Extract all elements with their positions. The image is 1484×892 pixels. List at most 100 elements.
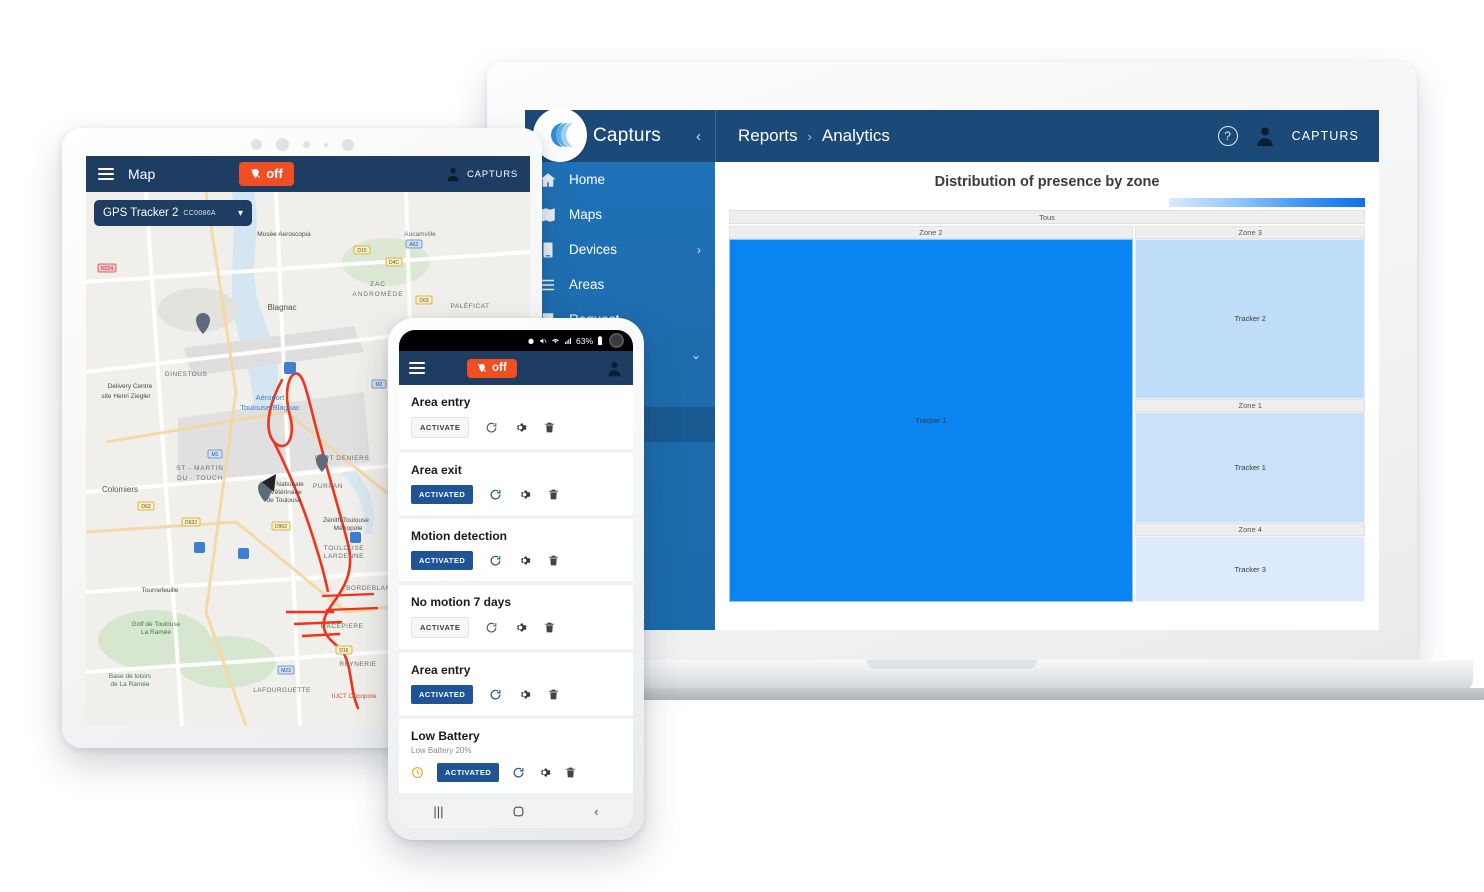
- tracking-off-button[interactable]: off: [239, 162, 294, 186]
- chevron-right-icon: ›: [697, 242, 701, 257]
- treemap-group-zone-2: Zone 2 Tracker 1: [729, 226, 1133, 602]
- svg-text:de Toulouse: de Toulouse: [267, 497, 302, 504]
- sidebar-item-label: Maps: [569, 207, 603, 222]
- phone-status-bar: 63%: [399, 330, 633, 351]
- svg-text:D63: D63: [419, 298, 428, 304]
- treemap-tile[interactable]: Tracker 2: [1135, 239, 1365, 399]
- sidebar-item-maps[interactable]: Maps: [525, 197, 715, 232]
- svg-text:La Ramée: La Ramée: [141, 629, 171, 636]
- svg-text:M1: M1: [212, 452, 219, 458]
- treemap-group-zone-1: Zone 1 Tracker 1: [1135, 398, 1365, 524]
- sidebar-item-areas[interactable]: Areas: [525, 267, 715, 302]
- activate-toggle-button[interactable]: ACTIVATE: [411, 617, 470, 638]
- treemap-group-label[interactable]: Zone 4: [1135, 523, 1365, 537]
- gear-icon[interactable]: [518, 488, 531, 501]
- tracking-off-icon: [477, 363, 487, 372]
- svg-text:REYNERIE: REYNERIE: [339, 661, 376, 668]
- activate-toggle-button[interactable]: ACTIVATED: [437, 763, 500, 782]
- gear-icon[interactable]: [538, 766, 551, 779]
- topbar-right-actions: ? CAPTURS: [1217, 125, 1359, 147]
- refresh-icon[interactable]: [485, 621, 498, 634]
- treemap-group-zone-4: Zone 4 Tracker 3: [1135, 523, 1365, 602]
- svg-text:site Henri Ziegler: site Henri Ziegler: [101, 393, 151, 400]
- refresh-icon[interactable]: [489, 488, 502, 501]
- tablet-user[interactable]: CAPTURS: [445, 166, 518, 182]
- alert-title: Low Battery: [411, 729, 480, 743]
- list-item[interactable]: Low Battery Low Battery 20% ACTIVATED: [399, 719, 633, 793]
- svg-text:Delivery Centre: Delivery Centre: [108, 383, 153, 390]
- trash-icon[interactable]: [543, 621, 556, 634]
- trash-icon[interactable]: [543, 421, 556, 434]
- user-avatar-icon[interactable]: [606, 360, 623, 377]
- activate-toggle-button[interactable]: ACTIVATED: [411, 551, 474, 570]
- activate-toggle-button[interactable]: ACTIVATE: [411, 417, 470, 438]
- hamburger-menu-icon[interactable]: [409, 362, 425, 374]
- phone-mockup: 63% off Area entry ACTIVATE Area exit AC…: [388, 318, 644, 840]
- svg-text:DU · TOUCH: DU · TOUCH: [177, 475, 223, 482]
- treemap-tile[interactable]: Tracker 3: [1135, 536, 1365, 602]
- refresh-icon[interactable]: [489, 688, 502, 701]
- sidebar-item-home[interactable]: Home: [525, 162, 715, 197]
- user-avatar-icon[interactable]: [1254, 125, 1276, 147]
- tablet-page-title: Map: [128, 166, 156, 182]
- tracking-off-icon: [251, 168, 261, 179]
- svg-text:D63: D63: [141, 504, 150, 510]
- treemap-tile-label: Tracker 2: [1234, 314, 1266, 324]
- svg-text:Musée Aeroscopia: Musée Aeroscopia: [257, 231, 311, 238]
- treemap-root-header[interactable]: Tous: [729, 210, 1365, 224]
- trash-icon[interactable]: [564, 766, 577, 779]
- tablet-camera-icon: [341, 138, 354, 151]
- refresh-icon[interactable]: [485, 421, 498, 434]
- warning-clock-icon[interactable]: [411, 766, 424, 779]
- list-item[interactable]: No motion 7 days ACTIVATE: [399, 585, 633, 649]
- sidebar-item-devices[interactable]: Devices ›: [525, 232, 715, 267]
- breadcrumb-item-analytics[interactable]: Analytics: [822, 126, 890, 146]
- alert-actions: ACTIVATED: [411, 485, 621, 504]
- hamburger-menu-icon[interactable]: [98, 168, 114, 180]
- alerts-list[interactable]: Area entry ACTIVATE Area exit ACTIVATED: [399, 385, 633, 795]
- treemap-group-label[interactable]: Zone 3: [1135, 226, 1365, 239]
- recents-icon[interactable]: |||: [433, 804, 443, 819]
- svg-text:Blagnac: Blagnac: [268, 303, 297, 312]
- trash-icon[interactable]: [547, 554, 560, 567]
- help-circle-icon[interactable]: ?: [1217, 126, 1238, 146]
- trash-icon[interactable]: [547, 488, 560, 501]
- gear-icon[interactable]: [518, 688, 531, 701]
- treemap-tile-label: Tracker 1: [915, 416, 947, 425]
- treemap-group-label[interactable]: Zone 2: [729, 226, 1133, 239]
- svg-text:N224: N224: [101, 266, 113, 272]
- tracking-off-button[interactable]: off: [467, 358, 517, 378]
- alert-title: No motion 7 days: [411, 595, 512, 609]
- treemap-group-label[interactable]: Zone 1: [1135, 398, 1365, 412]
- trash-icon[interactable]: [547, 688, 560, 701]
- svg-text:PURPAN: PURPAN: [313, 483, 343, 490]
- list-item[interactable]: Area entry ACTIVATE: [399, 385, 633, 449]
- list-item[interactable]: Area entry ACTIVATED: [399, 653, 633, 715]
- back-icon[interactable]: ‹: [594, 804, 598, 819]
- gear-icon[interactable]: [514, 421, 527, 434]
- tablet-sensor-3: [302, 141, 310, 148]
- treemap-tile-label: Tracker 1: [1234, 462, 1266, 472]
- sidebar-item-label: Devices: [569, 242, 618, 257]
- list-item[interactable]: Motion detection ACTIVATED: [399, 519, 633, 581]
- gear-icon[interactable]: [514, 621, 527, 634]
- activate-toggle-button[interactable]: ACTIVATED: [411, 685, 474, 704]
- breadcrumb-item-reports[interactable]: Reports: [738, 126, 798, 146]
- alert-title: Area entry: [411, 395, 471, 409]
- list-item[interactable]: Area exit ACTIVATED: [399, 453, 633, 515]
- activate-toggle-button[interactable]: ACTIVATED: [411, 485, 474, 504]
- refresh-icon[interactable]: [512, 766, 525, 779]
- svg-text:ANDROMÈDE: ANDROMÈDE: [352, 289, 403, 298]
- refresh-icon[interactable]: [489, 554, 502, 567]
- alarm-icon: [528, 338, 534, 344]
- home-circle-icon[interactable]: [512, 805, 525, 818]
- svg-text:Base de loisirs: Base de loisirs: [109, 673, 152, 680]
- sidebar-collapse-icon[interactable]: ‹: [696, 128, 701, 145]
- tracker-select[interactable]: GPS Tracker 2 CC0086A ▾: [94, 200, 252, 226]
- chevron-down-icon: ⌄: [690, 347, 701, 362]
- treemap-tile[interactable]: Tracker 1: [729, 239, 1133, 602]
- treemap-tile[interactable]: Tracker 1: [1135, 411, 1365, 524]
- laptop-screen: Capturs ‹ Reports › Analytics ? CAPTURS: [525, 110, 1379, 630]
- gear-icon[interactable]: [518, 554, 531, 567]
- alert-title: Motion detection: [411, 529, 507, 543]
